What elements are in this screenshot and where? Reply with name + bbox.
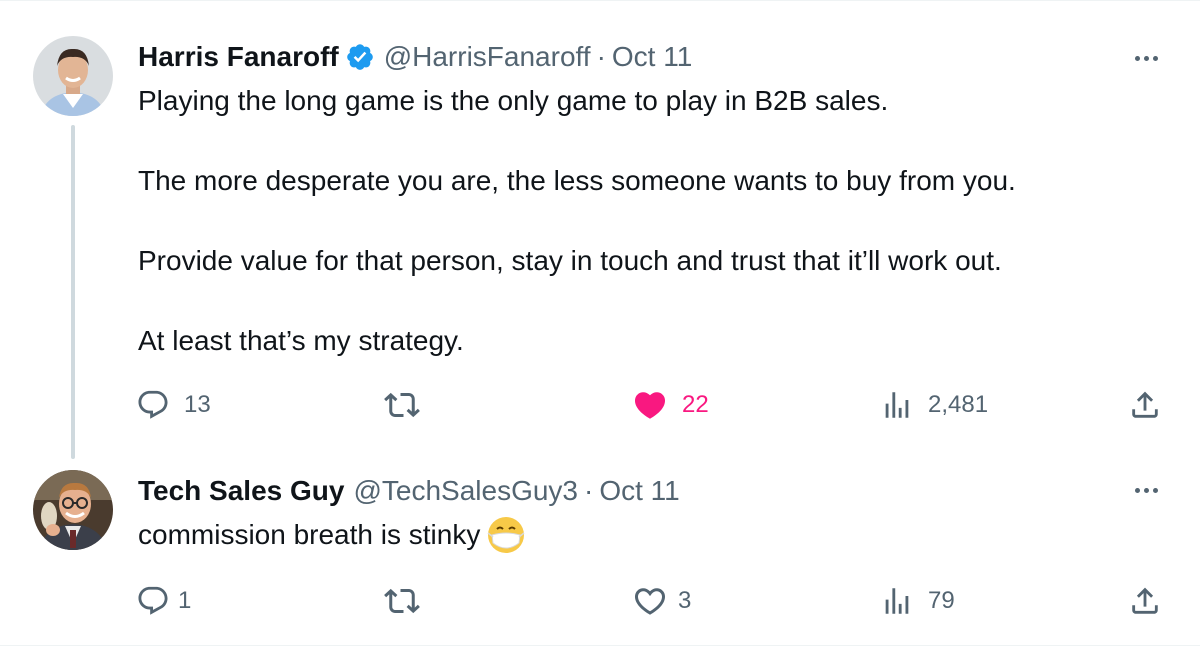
share-button[interactable] — [1128, 385, 1162, 425]
like-icon — [634, 588, 666, 615]
views-count: 2,481 — [928, 391, 989, 418]
views-count: 79 — [928, 587, 955, 614]
views-button[interactable]: 79 — [880, 581, 955, 621]
tweet-paragraph: Provide value for that person, stay in t… — [138, 245, 1002, 276]
retweet-button[interactable] — [384, 581, 420, 621]
tweet-text: Playing the long game is the only game t… — [138, 81, 1158, 361]
face-with-medical-mask-icon — [486, 515, 532, 555]
tweet-paragraph: commission breath is stinky — [138, 515, 1158, 557]
tweet-date[interactable]: Oct 11 — [612, 41, 692, 73]
retweet-icon — [384, 588, 420, 614]
verified-badge-icon — [345, 42, 375, 72]
share-icon — [1132, 391, 1158, 418]
tweet-paragraph: The more desperate you are, the less som… — [138, 165, 1016, 196]
tweet-techsalesguy[interactable]: Tech Sales Guy @TechSalesGuy3 · Oct 11 c… — [0, 461, 1200, 646]
action-bar: 13 22 2,481 — [136, 385, 1166, 425]
like-count: 22 — [682, 391, 709, 418]
tweet-text-body: commission breath is stinky — [138, 519, 481, 550]
separator-dot: · — [584, 475, 594, 506]
tweet-header: Harris Fanaroff @HarrisFanaroff · Oct 11 — [138, 39, 692, 75]
like-icon — [634, 392, 666, 419]
reply-icon — [138, 586, 168, 615]
more-icon[interactable] — [1126, 43, 1166, 73]
timeline-frame: Harris Fanaroff @HarrisFanaroff · Oct 11… — [0, 0, 1200, 646]
share-icon — [1132, 587, 1158, 614]
tweet-header: Tech Sales Guy @TechSalesGuy3 · Oct 11 — [138, 473, 680, 509]
like-button[interactable]: 3 — [632, 581, 691, 621]
avatar-harris[interactable] — [33, 36, 113, 116]
action-bar: 1 3 79 — [136, 581, 1166, 621]
author-handle[interactable]: @HarrisFanaroff — [384, 41, 591, 73]
views-button[interactable]: 2,481 — [880, 385, 988, 425]
tweet-harris[interactable]: Harris Fanaroff @HarrisFanaroff · Oct 11… — [0, 1, 1200, 461]
tweet-paragraph: Playing the long game is the only game t… — [138, 85, 889, 116]
tweet-date[interactable]: Oct 11 — [599, 475, 679, 507]
reply-button[interactable]: 13 — [136, 385, 211, 425]
reply-count: 13 — [184, 391, 211, 418]
like-button[interactable]: 22 — [632, 385, 709, 425]
avatar-techsalesguy[interactable] — [33, 470, 113, 550]
tweet-text: commission breath is stinky — [138, 515, 1158, 557]
author-name[interactable]: Harris Fanaroff — [138, 41, 339, 73]
reply-button[interactable]: 1 — [136, 581, 191, 621]
more-icon[interactable] — [1126, 475, 1166, 505]
separator-dot: · — [596, 41, 606, 72]
author-handle[interactable]: @TechSalesGuy3 — [353, 475, 578, 507]
like-count: 3 — [678, 587, 692, 614]
reply-count: 1 — [178, 587, 192, 614]
retweet-button[interactable] — [384, 385, 420, 425]
views-icon — [885, 392, 909, 418]
retweet-icon — [384, 392, 420, 418]
tweet-paragraph: At least that’s my strategy. — [138, 325, 464, 356]
views-icon — [885, 588, 909, 614]
thread-connector-line — [71, 125, 75, 459]
share-button[interactable] — [1128, 581, 1162, 621]
author-name[interactable]: Tech Sales Guy — [138, 475, 344, 507]
reply-icon — [138, 390, 168, 419]
